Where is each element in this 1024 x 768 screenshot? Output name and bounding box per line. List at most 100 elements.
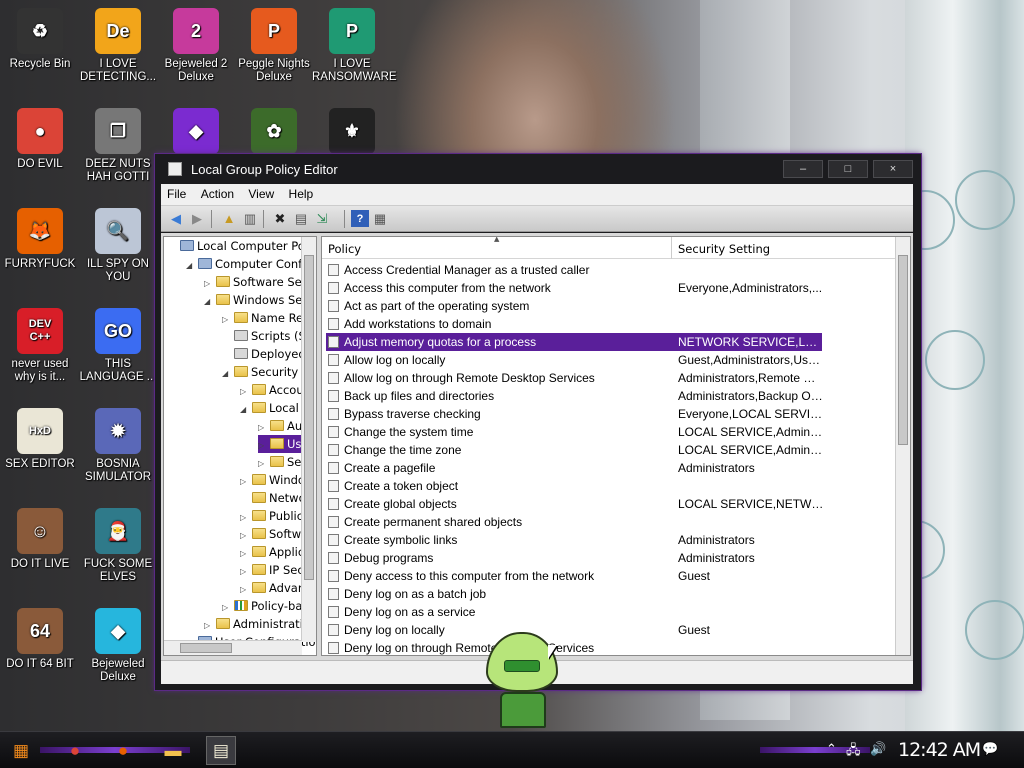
expand-icon[interactable]: ▷ bbox=[240, 527, 250, 545]
expand-icon[interactable]: ▷ bbox=[204, 617, 214, 635]
desktop-icon[interactable]: ● DO EVIL bbox=[0, 108, 80, 171]
tree-item[interactable]: Local Computer Policy bbox=[168, 237, 316, 255]
collapse-icon[interactable]: ◢ bbox=[204, 293, 214, 311]
tree-item[interactable]: ◢Computer Configuration bbox=[186, 255, 316, 275]
desktop-icon[interactable]: ◆ bbox=[156, 108, 236, 158]
minimize-button[interactable]: – bbox=[783, 160, 823, 178]
tree-hscroll-thumb[interactable] bbox=[180, 643, 232, 653]
chrome-taskbar-icon[interactable]: ● bbox=[60, 736, 90, 765]
title-bar[interactable]: Local Group Policy Editor – □ × bbox=[155, 154, 921, 184]
expand-icon[interactable]: ▷ bbox=[240, 581, 250, 599]
show-hide-tree-icon[interactable]: ▥ bbox=[241, 210, 259, 227]
menu-help[interactable]: Help bbox=[283, 184, 319, 201]
expand-icon[interactable]: ▷ bbox=[222, 311, 232, 329]
volume-icon[interactable]: 🔊 bbox=[870, 741, 886, 757]
expand-icon[interactable]: ▷ bbox=[222, 599, 232, 617]
collapse-icon[interactable]: ◢ bbox=[240, 401, 250, 419]
policy-row[interactable]: Act as part of the operating system bbox=[326, 297, 822, 315]
desktop-icon[interactable]: GO THIS LANGUAGE ... bbox=[78, 308, 158, 384]
export-list-icon[interactable]: ⇲ bbox=[313, 210, 331, 227]
expand-icon[interactable]: ▷ bbox=[258, 419, 268, 437]
policy-row[interactable]: Back up files and directories Administrat… bbox=[326, 387, 824, 405]
tree-scroll-thumb[interactable] bbox=[304, 255, 314, 580]
maximize-button[interactable]: □ bbox=[828, 160, 868, 178]
network-icon[interactable]: 🖧 bbox=[846, 741, 861, 763]
show-action-pane-icon[interactable]: ▦ bbox=[371, 210, 389, 227]
menu-file[interactable]: File bbox=[161, 184, 191, 201]
back-icon[interactable]: ◀ bbox=[167, 210, 185, 227]
policy-row[interactable]: Create symbolic links Administrators bbox=[326, 531, 822, 549]
start-button-icon[interactable]: ▦ bbox=[6, 736, 36, 765]
desktop-icon[interactable]: 🎅 FUCK SOME ELVES bbox=[78, 508, 158, 584]
policy-row[interactable]: Access this computer from the network Eve… bbox=[326, 279, 822, 297]
policy-row[interactable]: Add workstations to domain bbox=[326, 315, 822, 333]
desktop-icon[interactable]: ⚜ bbox=[312, 108, 392, 158]
firefox-taskbar-icon[interactable]: ● bbox=[108, 736, 138, 765]
clock[interactable]: 12:42 AM bbox=[898, 739, 981, 761]
policy-row[interactable]: Allow log on locally Guest,Administrators… bbox=[326, 351, 824, 369]
policy-row[interactable]: Deny log on locally Guest bbox=[326, 621, 822, 639]
policy-row[interactable]: Access Credential Manager as a trusted c… bbox=[326, 261, 822, 279]
desktop-icon[interactable]: 64 DO IT 64 BIT bbox=[0, 608, 80, 671]
policy-row[interactable]: Create a token object bbox=[326, 477, 822, 495]
list-vertical-scrollbar[interactable] bbox=[895, 237, 910, 655]
help-icon[interactable]: ? bbox=[351, 210, 369, 227]
desktop-icon[interactable]: DEV C++ never used why is it... bbox=[0, 308, 80, 384]
policy-row[interactable]: Change the time zone LOCAL SERVICE,Admini… bbox=[326, 441, 824, 459]
policy-row[interactable]: Create a pagefile Administrators bbox=[326, 459, 822, 477]
tree-vertical-scrollbar[interactable] bbox=[301, 237, 316, 642]
desktop-icon[interactable]: ♻ Recycle Bin bbox=[0, 8, 80, 71]
menu-view[interactable]: View bbox=[242, 184, 279, 201]
menu-action[interactable]: Action bbox=[195, 184, 239, 201]
policy-row[interactable]: Change the system time LOCAL SERVICE,Admi… bbox=[326, 423, 824, 441]
collapse-icon[interactable]: ◢ bbox=[222, 365, 232, 383]
desktop-icon[interactable]: ✿ bbox=[234, 108, 314, 158]
properties-icon[interactable]: ▤ bbox=[292, 210, 310, 227]
column-header-policy[interactable]: Policy bbox=[328, 242, 361, 256]
tree-horizontal-scrollbar[interactable] bbox=[164, 640, 302, 655]
column-header-security-setting[interactable]: Security Setting bbox=[678, 242, 770, 256]
policy-name: Deny log on as a batch job bbox=[344, 587, 487, 601]
policy-row[interactable]: Deny log on as a service bbox=[326, 603, 822, 621]
policy-row[interactable]: Debug programs Administrators bbox=[326, 549, 822, 567]
desktop-icon[interactable]: 🦊 FURRYFUCK bbox=[0, 208, 80, 271]
list-scroll-thumb[interactable] bbox=[898, 255, 908, 445]
expand-icon[interactable]: ▷ bbox=[240, 473, 250, 491]
desktop-icon[interactable]: P Peggle Nights Deluxe bbox=[234, 8, 314, 84]
policy-row[interactable]: Deny log on through Remote Desktop Servi… bbox=[326, 639, 822, 655]
explorer-taskbar-icon[interactable]: ▬ bbox=[158, 736, 188, 765]
policy-name: Change the time zone bbox=[344, 443, 462, 457]
desktop-icon[interactable]: 🔍 ILL SPY ON YOU bbox=[78, 208, 158, 284]
show-hidden-icons-icon[interactable]: ⌃ bbox=[826, 741, 837, 757]
policy-row[interactable]: Adjust memory quotas for a process NETWOR… bbox=[326, 333, 824, 351]
desktop-icon[interactable]: De I LOVE DETECTING... bbox=[78, 8, 158, 84]
expand-icon[interactable]: ▷ bbox=[240, 545, 250, 563]
expand-icon[interactable]: ▷ bbox=[258, 455, 268, 473]
delete-icon[interactable]: ✖ bbox=[271, 210, 289, 227]
policy-row[interactable]: Deny log on as a batch job bbox=[326, 585, 822, 603]
policy-row[interactable]: Deny access to this computer from the ne… bbox=[326, 567, 822, 585]
close-button[interactable]: × bbox=[873, 160, 913, 178]
desktop-icon[interactable]: 2 Bejeweled 2 Deluxe bbox=[156, 8, 236, 84]
forward-icon[interactable]: ▶ bbox=[188, 210, 206, 227]
desktop-icon[interactable]: ✹ BOSNIA SIMULATOR bbox=[78, 408, 158, 484]
desktop-icon[interactable]: P I LOVE RANSOMWARE bbox=[312, 8, 397, 84]
expand-icon[interactable]: ▷ bbox=[204, 275, 214, 293]
desktop-icon[interactable]: HxD SEX EDITOR bbox=[0, 408, 80, 471]
policy-row[interactable]: Create global objects LOCAL SERVICE,NETWO… bbox=[326, 495, 824, 513]
notifications-icon[interactable]: 💬 bbox=[982, 741, 998, 757]
desktop-icon[interactable]: ☺ DO IT LIVE bbox=[0, 508, 80, 571]
policy-row[interactable]: Allow log on through Remote Desktop Serv… bbox=[326, 369, 824, 387]
collapse-icon[interactable]: ◢ bbox=[186, 257, 196, 275]
up-folder-icon[interactable]: ▲ bbox=[220, 210, 238, 227]
desktop-icon[interactable]: ◆ Bejeweled Deluxe bbox=[78, 608, 158, 684]
gpedit-taskbar-icon[interactable]: ▤ bbox=[206, 736, 236, 765]
desktop-icon[interactable]: ❐ DEEZ NUTS HAH GOTTI bbox=[78, 108, 158, 184]
policy-row[interactable]: Create permanent shared objects bbox=[326, 513, 822, 531]
expand-icon[interactable]: ▷ bbox=[240, 383, 250, 401]
expand-icon[interactable]: ▷ bbox=[240, 563, 250, 581]
expand-icon[interactable]: ▷ bbox=[258, 437, 268, 455]
policy-row[interactable]: Bypass traverse checking Everyone,LOCAL S… bbox=[326, 405, 824, 423]
column-divider[interactable] bbox=[671, 237, 672, 259]
expand-icon[interactable]: ▷ bbox=[240, 509, 250, 527]
